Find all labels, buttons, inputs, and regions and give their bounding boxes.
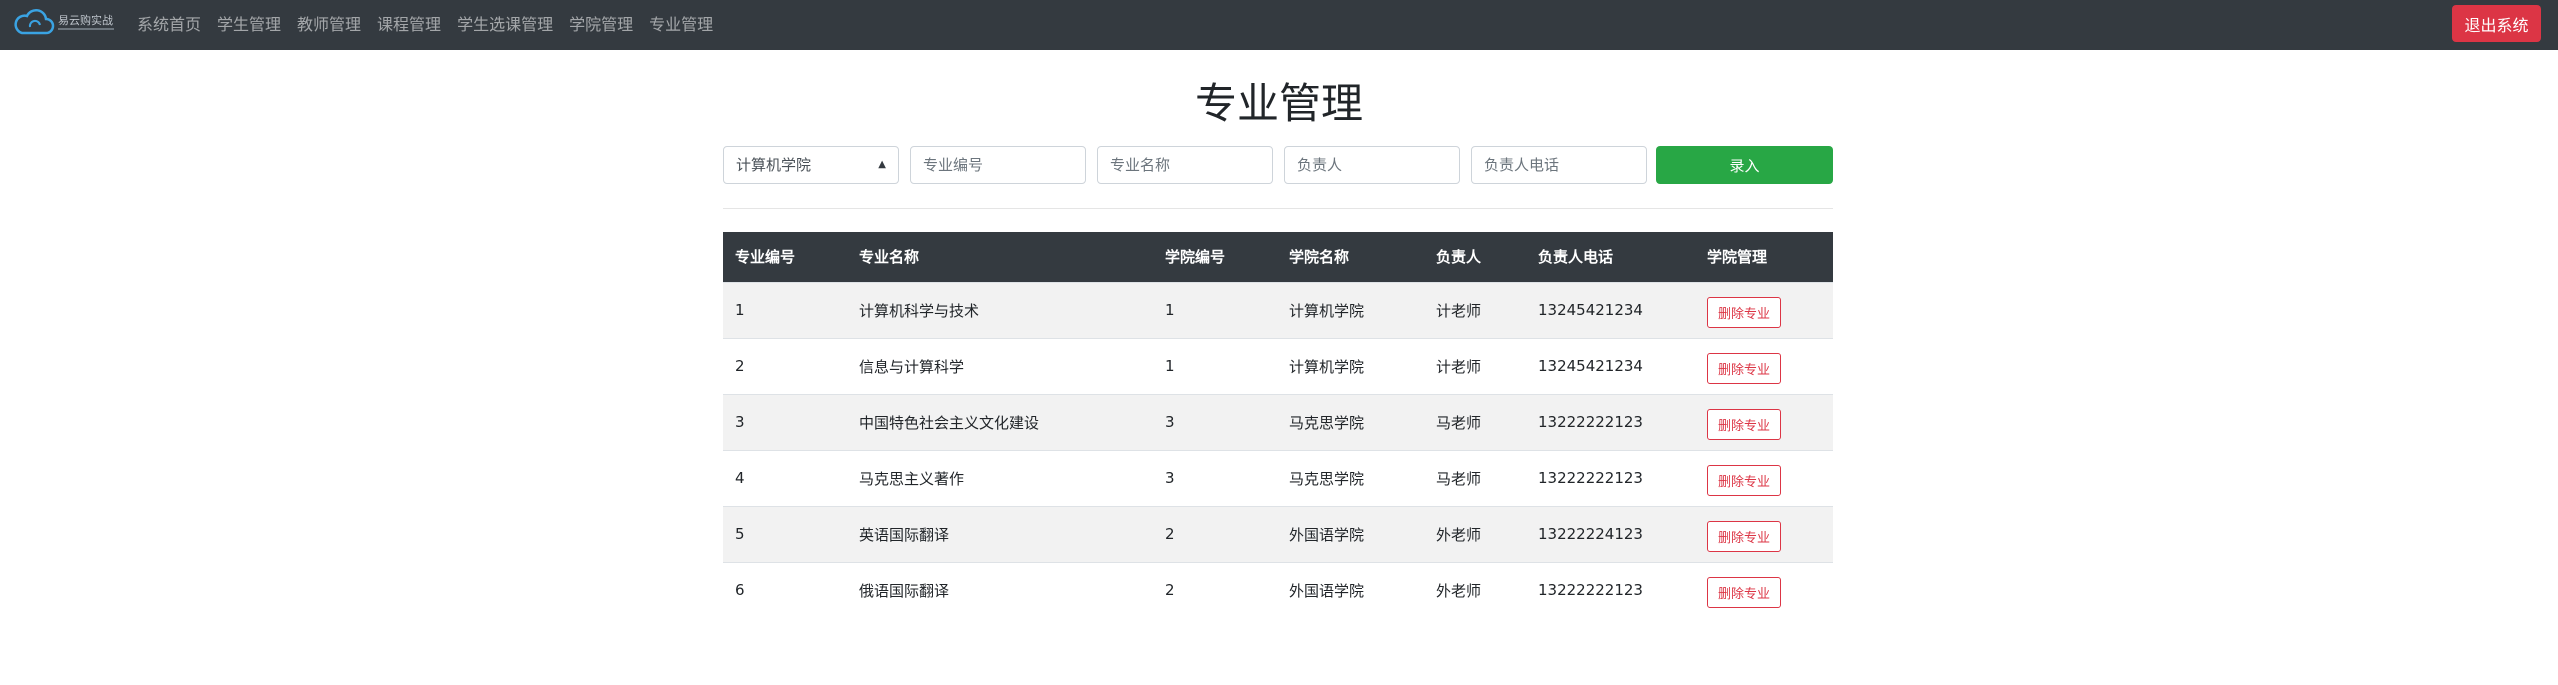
cloud-icon (14, 9, 55, 35)
cell-manager: 外老师 (1424, 505, 1526, 562)
cell-major-name: 中国特色社会主义文化建设 (847, 393, 1153, 450)
cell-phone: 13245421234 (1526, 337, 1695, 394)
table-row: 2 信息与计算科学 1 计算机学院 计老师 13245421234 删除专业 (723, 337, 1833, 394)
cell-major-id: 4 (723, 449, 847, 506)
brand-logo[interactable]: 易云购实战 (12, 7, 117, 43)
cell-phone: 13245421234 (1526, 281, 1695, 338)
manager-phone-input[interactable] (1471, 146, 1647, 184)
logout-button[interactable]: 退出系统 (2452, 5, 2541, 42)
cell-major-id: 2 (723, 337, 847, 394)
cell-college-name: 外国语学院 (1277, 561, 1424, 618)
cell-college-id: 2 (1153, 505, 1277, 562)
nav-courses[interactable]: 课程管理 (377, 0, 441, 50)
top-navbar: 易云购实战 系统首页 学生管理 教师管理 课程管理 学生选课管理 学院管理 专业… (0, 0, 2558, 50)
cell-major-id: 6 (723, 561, 847, 618)
submit-button[interactable]: 录入 (1656, 146, 1833, 184)
cell-manager: 计老师 (1424, 337, 1526, 394)
col-manager: 负责人 (1424, 232, 1526, 282)
cell-major-name: 俄语国际翻译 (847, 561, 1153, 618)
cell-major-name: 英语国际翻译 (847, 505, 1153, 562)
college-select[interactable]: 计算机学院 ▲ (723, 146, 899, 184)
col-college-name: 学院名称 (1277, 232, 1424, 282)
cell-manager: 马老师 (1424, 393, 1526, 450)
cell-college-name: 马克思学院 (1277, 449, 1424, 506)
cell-major-name: 马克思主义著作 (847, 449, 1153, 506)
col-manager-phone: 负责人电话 (1526, 232, 1695, 282)
cell-actions: 删除专业 (1695, 505, 1833, 562)
cell-phone: 13222222123 (1526, 449, 1695, 506)
nav-home[interactable]: 系统首页 (137, 0, 201, 50)
cell-college-id: 2 (1153, 561, 1277, 618)
cell-major-id: 3 (723, 393, 847, 450)
manager-input[interactable] (1284, 146, 1460, 184)
cell-college-name: 外国语学院 (1277, 505, 1424, 562)
college-select-value: 计算机学院 (736, 156, 812, 174)
nav-course-selection[interactable]: 学生选课管理 (457, 0, 553, 50)
nav-students[interactable]: 学生管理 (217, 0, 281, 50)
cell-manager: 马老师 (1424, 449, 1526, 506)
col-college-id: 学院编号 (1153, 232, 1277, 282)
delete-major-button[interactable]: 删除专业 (1707, 296, 1781, 328)
col-actions: 学院管理 (1695, 232, 1833, 282)
add-major-form: 计算机学院 ▲ 录入 (723, 146, 1833, 184)
cell-actions: 删除专业 (1695, 337, 1833, 394)
cell-actions: 删除专业 (1695, 281, 1833, 338)
cell-manager: 外老师 (1424, 561, 1526, 618)
major-code-input[interactable] (910, 146, 1086, 184)
delete-major-button[interactable]: 删除专业 (1707, 352, 1781, 384)
cell-phone: 13222222123 (1526, 393, 1695, 450)
majors-table: 专业编号 专业名称 学院编号 学院名称 负责人 负责人电话 学院管理 1 计算机… (723, 232, 1833, 618)
cell-phone: 13222222123 (1526, 561, 1695, 618)
table-header-row: 专业编号 专业名称 学院编号 学院名称 负责人 负责人电话 学院管理 (723, 232, 1833, 282)
cell-major-id: 5 (723, 505, 847, 562)
main-nav: 系统首页 学生管理 教师管理 课程管理 学生选课管理 学院管理 专业管理 (137, 0, 729, 50)
cell-college-id: 1 (1153, 281, 1277, 338)
cell-actions: 删除专业 (1695, 449, 1833, 506)
col-major-id: 专业编号 (723, 232, 847, 282)
logo-underline (58, 28, 114, 30)
delete-major-button[interactable]: 删除专业 (1707, 464, 1781, 496)
cell-major-name: 计算机科学与技术 (847, 281, 1153, 338)
nav-majors[interactable]: 专业管理 (649, 0, 713, 50)
cell-actions: 删除专业 (1695, 393, 1833, 450)
table-row: 6 俄语国际翻译 2 外国语学院 外老师 13222222123 删除专业 (723, 561, 1833, 618)
cell-college-id: 1 (1153, 337, 1277, 394)
nav-colleges[interactable]: 学院管理 (569, 0, 633, 50)
cell-college-id: 3 (1153, 393, 1277, 450)
select-arrows-icon: ▲ (878, 159, 886, 170)
delete-major-button[interactable]: 删除专业 (1707, 408, 1781, 440)
cell-college-name: 马克思学院 (1277, 393, 1424, 450)
logo-text: 易云购实战 (58, 14, 113, 27)
cell-college-id: 3 (1153, 449, 1277, 506)
nav-teachers[interactable]: 教师管理 (297, 0, 361, 50)
page-title: 专业管理 (1194, 79, 1363, 128)
table-row: 5 英语国际翻译 2 外国语学院 外老师 13222224123 删除专业 (723, 505, 1833, 562)
cell-major-name: 信息与计算科学 (847, 337, 1153, 394)
cell-college-name: 计算机学院 (1277, 337, 1424, 394)
table-row: 1 计算机科学与技术 1 计算机学院 计老师 13245421234 删除专业 (723, 281, 1833, 338)
cell-phone: 13222224123 (1526, 505, 1695, 562)
cell-actions: 删除专业 (1695, 561, 1833, 618)
cell-major-id: 1 (723, 281, 847, 338)
table-row: 3 中国特色社会主义文化建设 3 马克思学院 马老师 13222222123 删… (723, 393, 1833, 450)
cell-manager: 计老师 (1424, 281, 1526, 338)
col-major-name: 专业名称 (847, 232, 1153, 282)
delete-major-button[interactable]: 删除专业 (1707, 520, 1781, 552)
major-name-input[interactable] (1097, 146, 1273, 184)
delete-major-button[interactable]: 删除专业 (1707, 576, 1781, 608)
divider (723, 208, 1833, 209)
table-row: 4 马克思主义著作 3 马克思学院 马老师 13222222123 删除专业 (723, 449, 1833, 506)
cell-college-name: 计算机学院 (1277, 281, 1424, 338)
